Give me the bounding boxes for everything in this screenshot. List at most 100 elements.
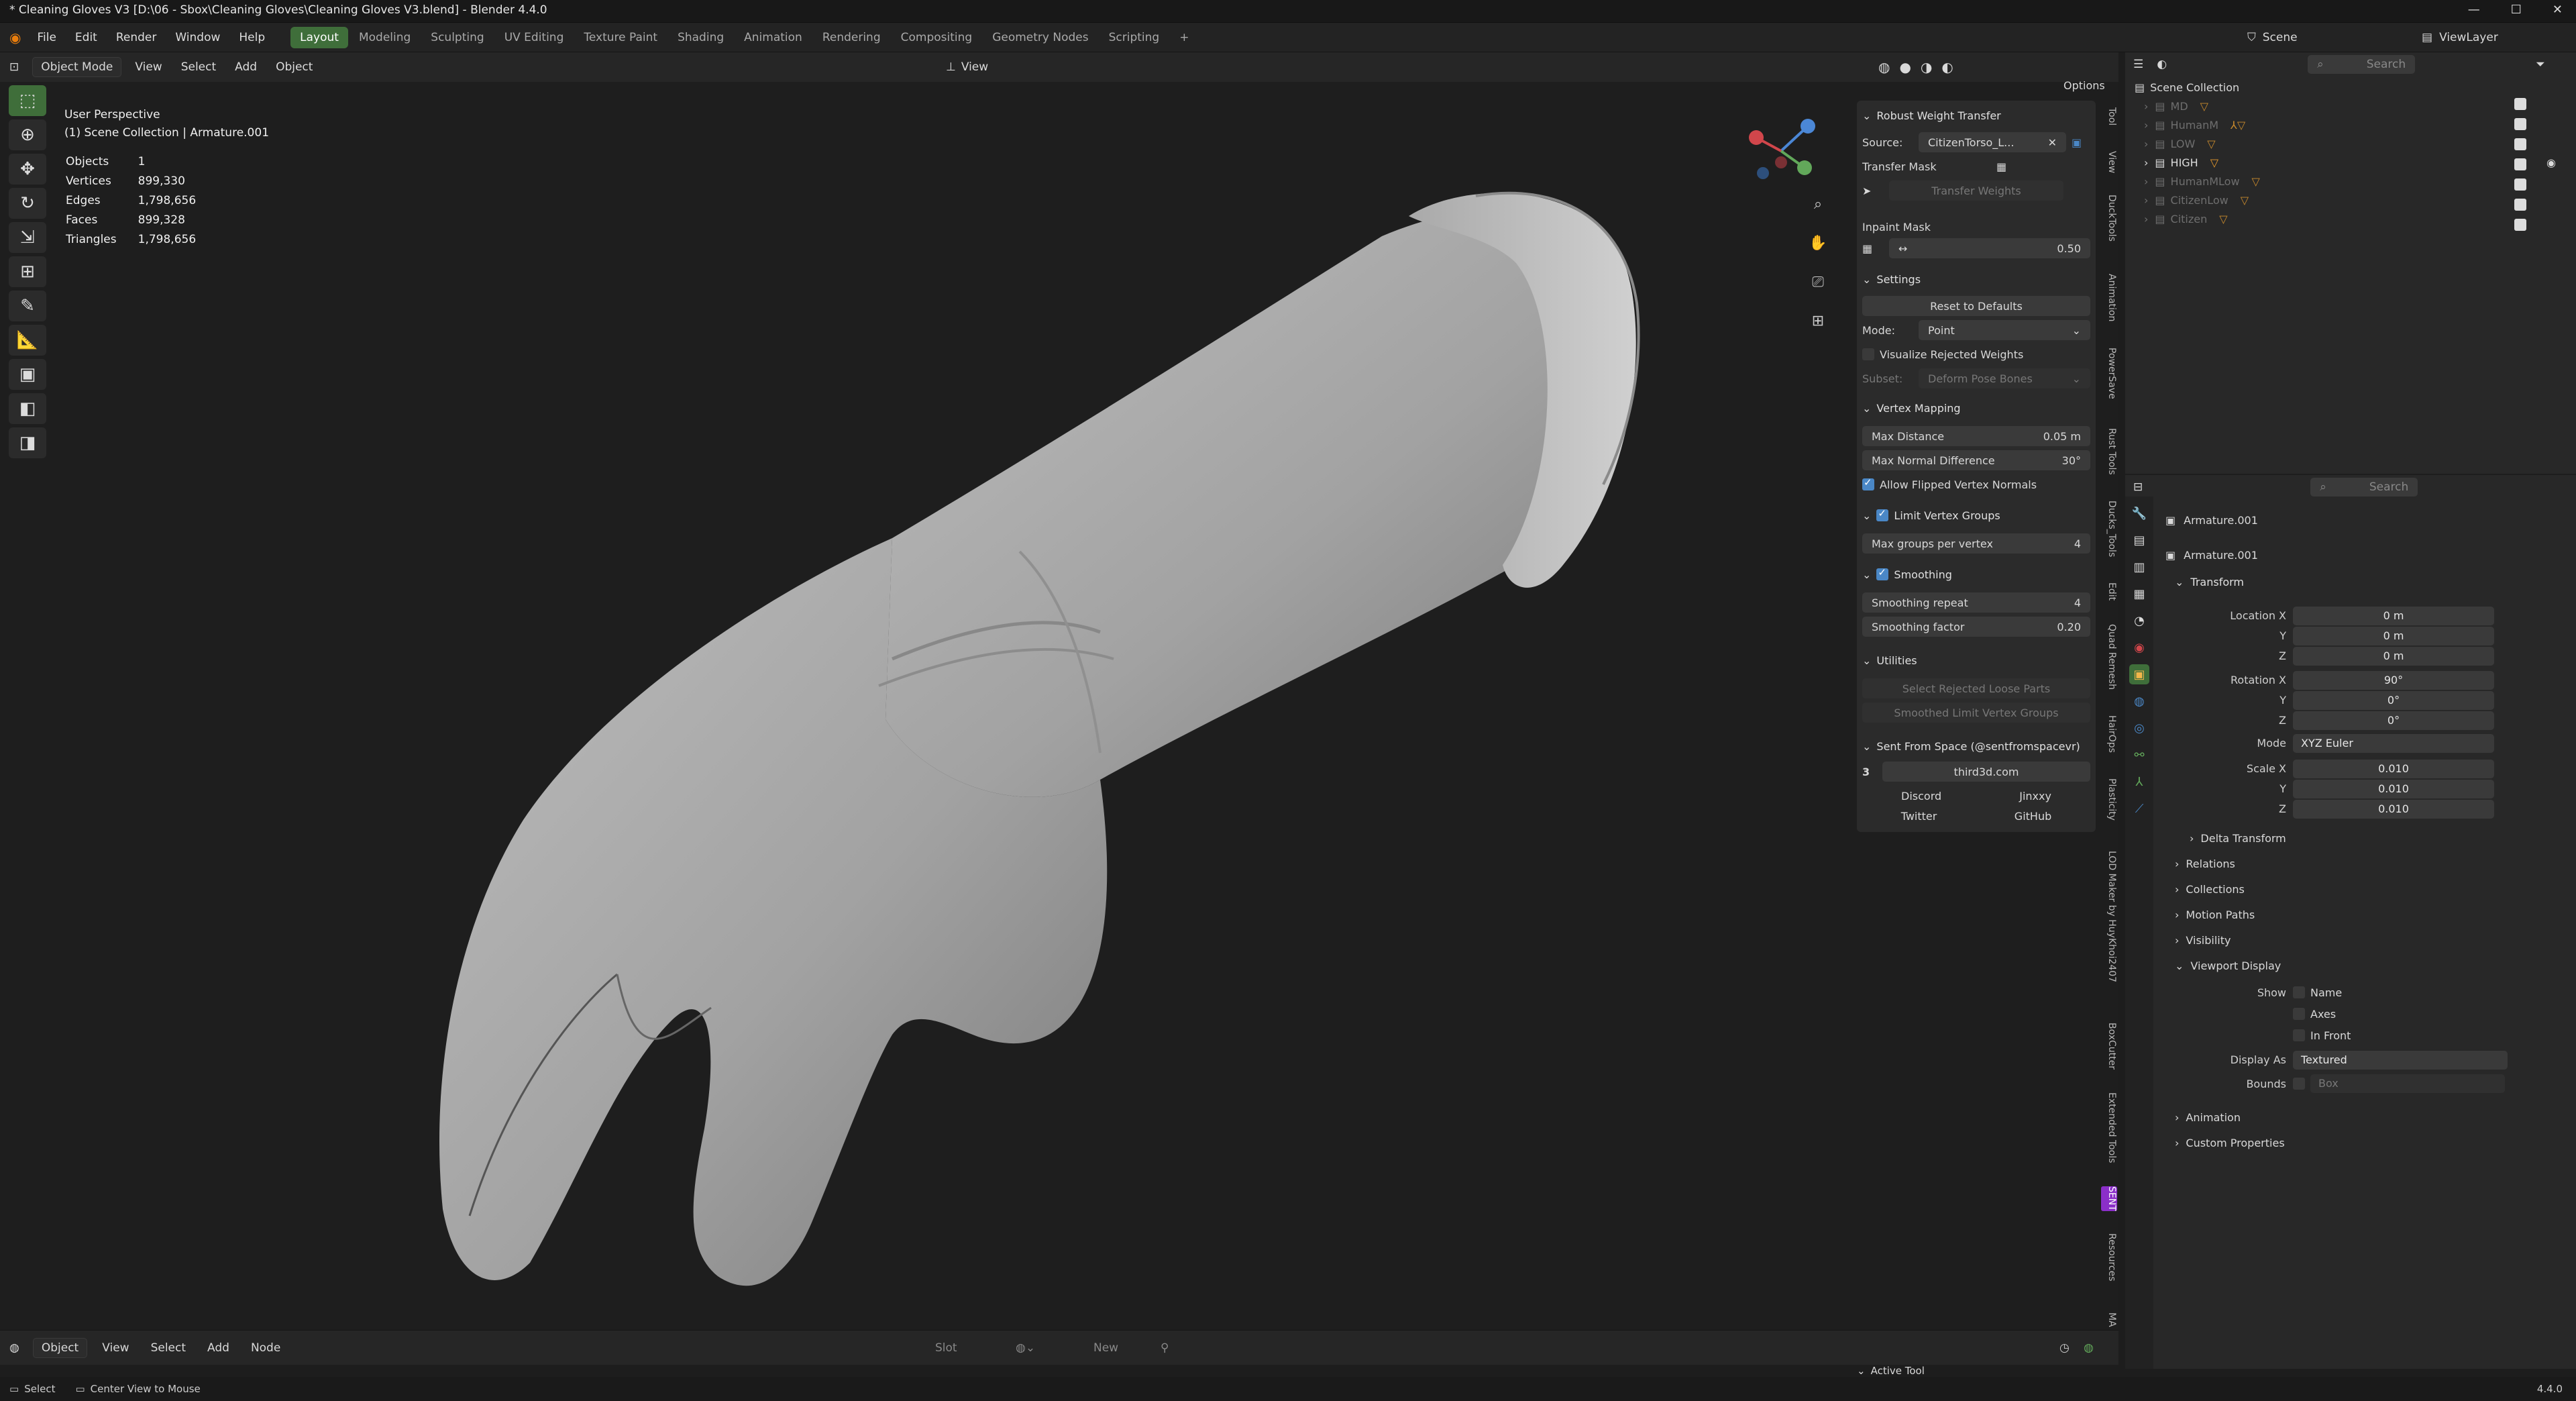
limit-groups-header[interactable]: Limit Vertex Groups	[1894, 509, 2000, 522]
vertex-mapping-header[interactable]: Vertex Mapping	[1876, 402, 1960, 415]
jinxxy-link[interactable]: Jinxxy	[2019, 790, 2051, 802]
visibility-header[interactable]: Visibility	[2186, 934, 2231, 947]
tool-extra-icon[interactable]: ◧	[9, 393, 46, 424]
camera-icon[interactable]: ⎚	[1805, 268, 1831, 295]
tab-view[interactable]: View	[2101, 151, 2117, 173]
slot-dropdown[interactable]: Slot	[935, 1341, 957, 1355]
max-normal-field[interactable]: Max Normal Difference 30°	[1862, 450, 2090, 470]
pan-hand-icon[interactable]: ✋	[1805, 229, 1831, 256]
snap-icon[interactable]: ◷	[2059, 1341, 2070, 1355]
rotation-y-field[interactable]: 0°	[2293, 691, 2494, 710]
display-mode-icon[interactable]: ◐	[2157, 58, 2167, 71]
tab-texture-paint[interactable]: Texture Paint	[574, 27, 667, 48]
node-menu-select[interactable]: Select	[140, 1341, 197, 1355]
location-x-field[interactable]: 0 m	[2293, 607, 2494, 625]
menu-file[interactable]: File	[28, 23, 65, 52]
node-menu-add[interactable]: Add	[197, 1341, 240, 1355]
outliner-search-input[interactable]: ⌕ Search	[2308, 55, 2416, 74]
include-checkbox[interactable]	[2514, 98, 2526, 110]
discord-link[interactable]: Discord	[1901, 790, 1941, 802]
outliner-item[interactable]: › ▤ HumanMLow ▽	[2144, 172, 2567, 191]
render-icon[interactable]: ▤	[2129, 530, 2149, 550]
outliner-item[interactable]: › ▤ CitizenLow ▽	[2144, 191, 2567, 209]
show-name-checkbox[interactable]	[2293, 986, 2305, 998]
animation-header[interactable]: Animation	[2186, 1111, 2241, 1124]
maximize-icon[interactable]: ☐	[2511, 3, 2522, 17]
mode-dropdown-npanel[interactable]: Point ⌄	[1919, 320, 2090, 340]
tab-scripting[interactable]: Scripting	[1099, 27, 1169, 48]
max-distance-field[interactable]: Max Distance 0.05 m	[1862, 426, 2090, 446]
source-mode-icon[interactable]: ▣	[2072, 136, 2082, 149]
tab-boxcutter[interactable]: BoxCutter	[2101, 1023, 2117, 1070]
include-checkbox[interactable]	[2514, 118, 2526, 130]
menu-edit[interactable]: Edit	[66, 23, 107, 52]
tab-ducktools[interactable]: DuckTools	[2101, 195, 2117, 242]
overlay-icon[interactable]: ◍	[2084, 1341, 2094, 1355]
rotation-z-field[interactable]: 0°	[2293, 711, 2494, 730]
delta-transform-header[interactable]: Delta Transform	[2200, 832, 2286, 845]
tool-settings-icon[interactable]: 🔧	[2129, 503, 2149, 523]
blender-logo-icon[interactable]: ◉	[0, 30, 28, 46]
include-checkbox[interactable]	[2514, 138, 2526, 150]
tab-tool[interactable]: Tool	[2101, 107, 2117, 125]
smoothing-checkbox[interactable]	[1876, 566, 1889, 580]
select-box-icon[interactable]: ⬚	[9, 85, 46, 116]
tab-powersave[interactable]: PowerSave	[2101, 348, 2117, 399]
zoom-icon[interactable]: ⌕	[1805, 191, 1831, 217]
tab-quad-remesh[interactable]: Quad Remesh	[2101, 624, 2117, 690]
minimize-icon[interactable]: —	[2468, 3, 2480, 17]
github-link[interactable]: GitHub	[2015, 810, 2051, 823]
menu-help[interactable]: Help	[229, 23, 274, 52]
tab-shading[interactable]: Shading	[668, 27, 733, 48]
bounds-checkbox[interactable]	[2293, 1078, 2305, 1090]
scene-props-icon[interactable]: ◔	[2129, 611, 2149, 631]
pin-icon[interactable]: ⚲	[1161, 1341, 1169, 1355]
physics-icon[interactable]: ◎	[2129, 718, 2149, 738]
inpaint-slider[interactable]: ↔ 0.50	[1889, 238, 2090, 258]
tab-hairops[interactable]: HairOps	[2101, 715, 2117, 753]
menu-render[interactable]: Render	[107, 23, 166, 52]
viewport-menu-select[interactable]: Select	[172, 52, 225, 82]
view-layer-icon[interactable]: ▦	[2129, 584, 2149, 604]
clear-icon[interactable]: ✕	[2048, 136, 2057, 149]
world-icon[interactable]: ◉	[2129, 637, 2149, 658]
tab-ducks-tools[interactable]: Ducks_Tools	[2101, 501, 2117, 557]
rotation-x-field[interactable]: 90°	[2293, 671, 2494, 690]
tab-animation-side[interactable]: Animation	[2101, 274, 2117, 321]
subset-dropdown[interactable]: Deform Pose Bones ⌄	[1919, 368, 2090, 388]
object-name[interactable]: Armature.001	[2184, 514, 2258, 527]
tab-lod-maker[interactable]: LOD Maker by HuyKhoi2407	[2101, 851, 2117, 982]
tab-rendering[interactable]: Rendering	[813, 27, 890, 48]
transfer-weights-button[interactable]: Transfer Weights	[1889, 180, 2063, 201]
smoothed-limit-button[interactable]: Smoothed Limit Vertex Groups	[1862, 703, 2090, 723]
sent-from-space-header[interactable]: Sent From Space (@sentfromspacevr)	[1876, 740, 2080, 753]
measure-icon[interactable]: 📐	[9, 325, 46, 356]
modifier-icon[interactable]: ◍	[2129, 691, 2149, 711]
node-object-dropdown[interactable]: Object	[32, 1337, 88, 1358]
max-groups-field[interactable]: Max groups per vertex 4	[1862, 533, 2090, 554]
move-icon[interactable]: ✥	[9, 154, 46, 185]
properties-editor-icon[interactable]: ⊟	[2133, 480, 2143, 494]
select-rejected-button[interactable]: Select Rejected Loose Parts	[1862, 678, 2090, 698]
material-browse-icon[interactable]: ◍⌄	[1016, 1341, 1035, 1355]
smoothing-header[interactable]: Smoothing	[1894, 568, 1951, 581]
outliner-editor-icon[interactable]: ☰	[2133, 58, 2143, 71]
scene-selector[interactable]: Scene	[2263, 31, 2298, 44]
orientation-dropdown[interactable]: View	[961, 52, 988, 82]
reset-defaults-button[interactable]: Reset to Defaults	[1862, 296, 2090, 316]
smoothing-repeat-field[interactable]: Smoothing repeat 4	[1862, 592, 2090, 613]
tab-rust-tools[interactable]: Rust Tools	[2101, 428, 2117, 475]
tab-edit[interactable]: Edit	[2101, 582, 2117, 601]
utilities-header[interactable]: Utilities	[1876, 654, 1917, 667]
properties-search-input[interactable]: ⌕ Search	[2310, 478, 2418, 497]
viewport-menu-object[interactable]: Object	[266, 52, 322, 82]
close-icon[interactable]: ✕	[2553, 3, 2563, 17]
viewlayer-selector[interactable]: ViewLayer	[2439, 31, 2498, 44]
options-dropdown[interactable]: Options	[2063, 79, 2105, 92]
bounds-type-dropdown[interactable]: Box	[2310, 1074, 2505, 1093]
annotate-icon[interactable]: ✎	[9, 291, 46, 321]
filter-icon[interactable]: ⏷	[2536, 58, 2545, 71]
tab-resources[interactable]: Resources	[2101, 1233, 2117, 1282]
viewlayer-icon[interactable]: ▤	[2422, 31, 2432, 44]
display-as-dropdown[interactable]: Textured	[2293, 1051, 2508, 1070]
